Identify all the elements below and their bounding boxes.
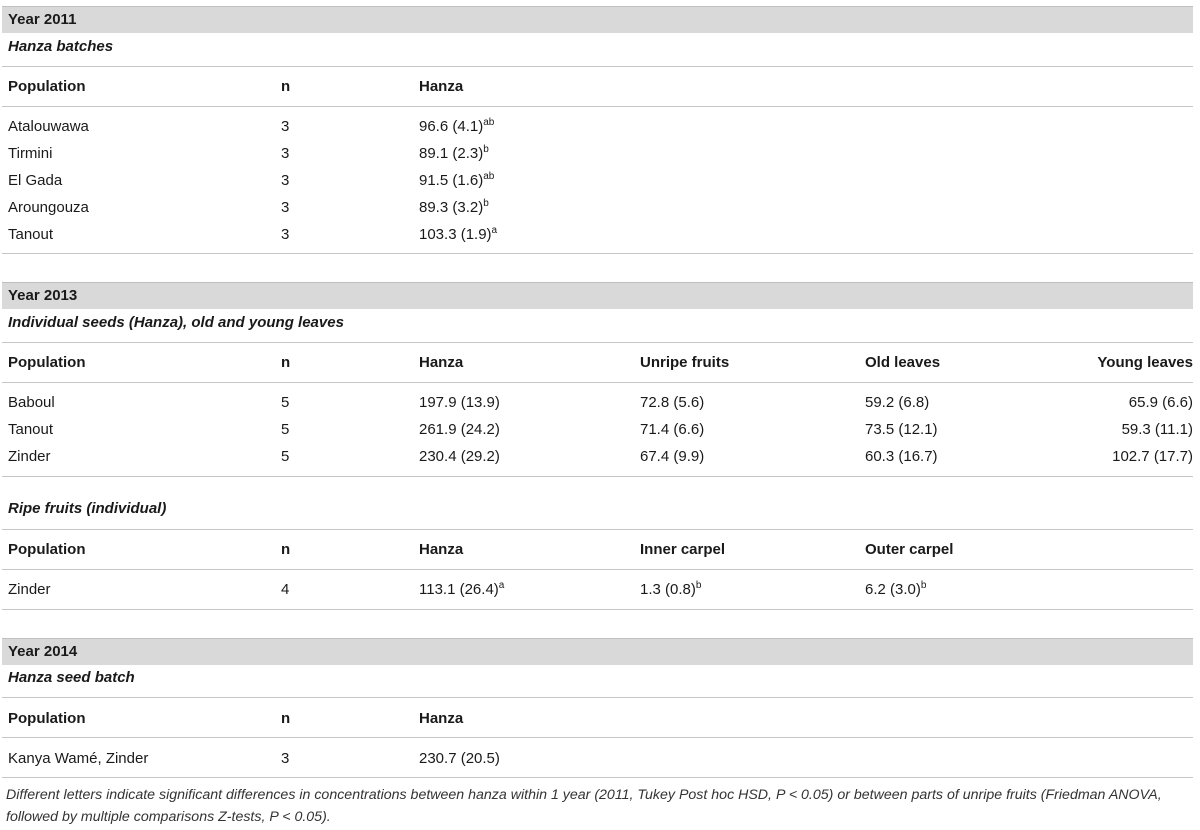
col-header-population: Population xyxy=(8,710,86,727)
col-header-population: Population xyxy=(8,78,86,95)
col-header-n: n xyxy=(281,354,291,371)
year-2013-label: Year 2013 xyxy=(8,287,78,304)
individual-seeds-subtitle: Individual seeds (Hanza), old and young … xyxy=(8,314,344,331)
col-header-young-leaves: Young leaves xyxy=(1097,354,1193,371)
row-young-leaves: 102.7 (17.7) xyxy=(1112,448,1193,465)
col-header-n: n xyxy=(281,541,291,558)
row-n: 3 xyxy=(281,172,290,189)
col-header-n: n xyxy=(281,78,291,95)
significance-letter: b xyxy=(920,580,927,591)
col-header-n: n xyxy=(281,710,291,727)
divider xyxy=(2,777,1193,778)
row-old-leaves: 73.5 (12.1) xyxy=(865,421,938,438)
divider xyxy=(2,609,1193,610)
row-hanza: 91.5 (1.6)ab xyxy=(419,171,495,190)
row-n: 5 xyxy=(281,448,290,465)
significance-letter: b xyxy=(483,198,489,209)
year-2011-label: Year 2011 xyxy=(8,11,77,28)
col-header-inner-carpel: Inner carpel xyxy=(640,541,726,558)
col-header-old-leaves: Old leaves xyxy=(865,354,941,371)
divider xyxy=(2,569,1193,570)
row-hanza: 261.9 (24.2) xyxy=(419,421,500,438)
significance-letter: a xyxy=(491,225,498,236)
row-population: Tanout xyxy=(8,421,54,438)
significance-letter: a xyxy=(498,580,505,591)
divider xyxy=(2,697,1193,698)
year-2011-band: Year 2011 xyxy=(2,6,1193,33)
year-2014-label: Year 2014 xyxy=(8,643,78,660)
divider xyxy=(2,66,1193,67)
col-header-population: Population xyxy=(8,541,86,558)
significance-letter: b xyxy=(483,144,489,155)
row-population: Tanout xyxy=(8,226,54,243)
row-population: El Gada xyxy=(8,172,63,189)
row-n: 3 xyxy=(281,750,290,767)
hanza-seed-batch-subtitle: Hanza seed batch xyxy=(8,669,135,686)
hanza-batches-subtitle: Hanza batches xyxy=(8,38,114,55)
row-n: 5 xyxy=(281,421,290,438)
row-inner-carpel: 1.3 (0.8)b xyxy=(640,580,702,599)
divider xyxy=(2,106,1193,107)
row-unripe-fruits: 71.4 (6.6) xyxy=(640,421,705,438)
row-hanza: 197.9 (13.9) xyxy=(419,394,500,411)
year-2013-band: Year 2013 xyxy=(2,282,1193,309)
col-header-hanza: Hanza xyxy=(419,78,464,95)
row-n: 3 xyxy=(281,199,290,216)
row-hanza: 230.7 (20.5) xyxy=(419,750,500,767)
table-footnote: Different letters indicate significant d… xyxy=(6,787,1162,825)
row-young-leaves: 59.3 (11.1) xyxy=(1121,421,1193,438)
col-header-hanza: Hanza xyxy=(419,710,464,727)
row-outer-carpel: 6.2 (3.0)b xyxy=(865,580,927,599)
divider xyxy=(2,737,1193,738)
row-n: 3 xyxy=(281,226,290,243)
row-population: Tirmini xyxy=(8,145,53,162)
col-header-hanza: Hanza xyxy=(419,541,464,558)
row-n: 3 xyxy=(281,118,290,135)
row-hanza: 89.1 (2.3)b xyxy=(419,144,489,163)
row-unripe-fruits: 67.4 (9.9) xyxy=(640,448,705,465)
divider xyxy=(2,529,1193,530)
row-hanza: 89.3 (3.2)b xyxy=(419,198,489,217)
row-hanza: 103.3 (1.9)a xyxy=(419,225,498,244)
row-population: Zinder xyxy=(8,448,51,465)
divider xyxy=(2,253,1193,254)
significance-letter: ab xyxy=(483,117,495,128)
divider xyxy=(2,342,1193,343)
row-population: Atalouwawa xyxy=(8,118,89,135)
row-old-leaves: 59.2 (6.8) xyxy=(865,394,930,411)
row-young-leaves: 65.9 (6.6) xyxy=(1128,394,1193,411)
row-n: 3 xyxy=(281,145,290,162)
row-population: Baboul xyxy=(8,394,55,411)
row-hanza: 113.1 (26.4)a xyxy=(419,580,505,599)
divider xyxy=(2,476,1193,477)
significance-letter: b xyxy=(695,580,702,591)
row-population: Aroungouza xyxy=(8,199,89,216)
row-hanza: 230.4 (29.2) xyxy=(419,448,500,465)
row-population: Zinder xyxy=(8,581,51,598)
row-population: Kanya Wamé, Zinder xyxy=(8,750,149,767)
col-header-outer-carpel: Outer carpel xyxy=(865,541,954,558)
col-header-unripe-fruits: Unripe fruits xyxy=(640,354,730,371)
row-n: 4 xyxy=(281,581,290,598)
col-header-hanza: Hanza xyxy=(419,354,464,371)
row-old-leaves: 60.3 (16.7) xyxy=(865,448,938,465)
col-header-population: Population xyxy=(8,354,86,371)
significance-letter: ab xyxy=(483,171,495,182)
row-unripe-fruits: 72.8 (5.6) xyxy=(640,394,705,411)
row-hanza: 96.6 (4.1)ab xyxy=(419,117,495,136)
divider xyxy=(2,382,1193,383)
row-n: 5 xyxy=(281,394,290,411)
year-2014-band: Year 2014 xyxy=(2,638,1193,665)
ripe-fruits-subtitle: Ripe fruits (individual) xyxy=(8,500,167,517)
